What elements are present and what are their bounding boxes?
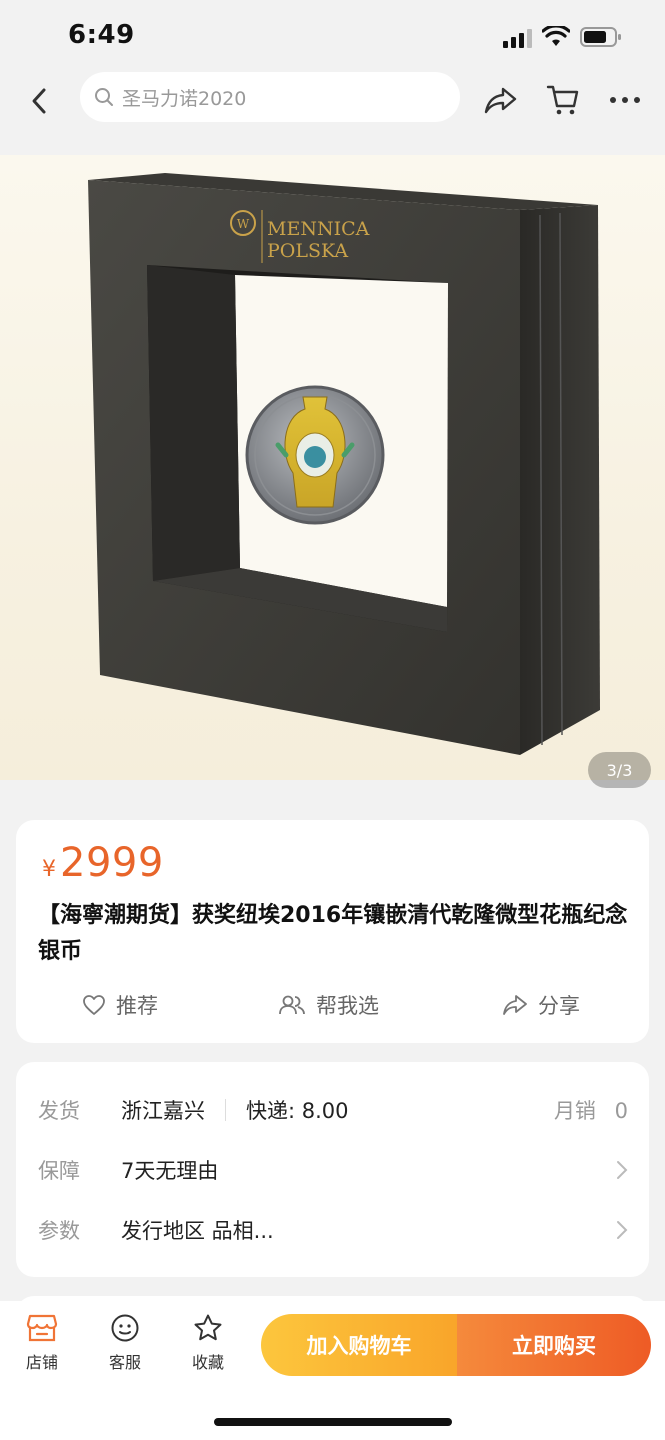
search-placeholder: 圣马力诺2020 xyxy=(122,87,247,110)
recommend-label: 推荐 xyxy=(116,994,158,1018)
heart-icon xyxy=(83,995,105,1015)
cart-icon xyxy=(546,85,579,115)
home-indicator[interactable] xyxy=(214,1418,452,1426)
express-fee: 快递: 8.00 xyxy=(246,1099,349,1123)
search-icon xyxy=(95,88,113,106)
tab-customer-service-label: 客服 xyxy=(108,1353,141,1372)
shipping-row: 发货 浙江嘉兴 快递: 8.00 月销 0 xyxy=(38,1090,628,1130)
tab-favorite-label: 收藏 xyxy=(191,1353,224,1372)
store-icon xyxy=(26,1314,58,1342)
buy-now-button[interactable]: 立即购买 xyxy=(457,1314,651,1376)
chevron-right-icon xyxy=(617,1221,628,1239)
back-button[interactable] xyxy=(22,84,56,118)
params-value: 发行地区 品相... xyxy=(121,1219,274,1243)
more-icon xyxy=(610,97,640,103)
share-icon xyxy=(503,995,527,1015)
params-row[interactable]: 参数 发行地区 品相... xyxy=(38,1210,628,1250)
price-card: ¥ 2999 【海寧潮期货】获奖纽埃2016年镶嵌清代乾隆微型花瓶纪念银币 推荐… xyxy=(16,820,649,1043)
status-bar: 6:49 xyxy=(0,0,665,72)
share-button[interactable] xyxy=(483,82,519,118)
star-icon xyxy=(194,1314,222,1341)
price-value: 2999 xyxy=(60,840,164,886)
product-title: 【海寧潮期货】获奖纽埃2016年镶嵌清代乾隆微型花瓶纪念银币 xyxy=(38,903,628,964)
users-icon xyxy=(279,995,305,1015)
shipping-origin: 浙江嘉兴 xyxy=(121,1099,205,1123)
status-time: 6:49 xyxy=(68,20,135,50)
wifi-icon xyxy=(542,26,570,46)
price: ¥ 2999 xyxy=(42,840,164,886)
help-me-choose-label: 帮我选 xyxy=(316,994,379,1018)
help-me-choose-button[interactable]: 帮我选 xyxy=(278,985,379,1025)
divider xyxy=(225,1099,226,1121)
recommend-button[interactable]: 推荐 xyxy=(82,985,158,1025)
monthly-sales-label: 月销 xyxy=(553,1099,596,1123)
brand-line1: MENNICA xyxy=(267,218,370,240)
guarantee-label: 保障 xyxy=(38,1159,80,1183)
tab-favorite[interactable]: 收藏 xyxy=(180,1313,236,1373)
guarantee-row[interactable]: 保障 7天无理由 xyxy=(38,1150,628,1190)
more-button[interactable] xyxy=(607,82,643,118)
delivery-info-card: 发货 浙江嘉兴 快递: 8.00 月销 0 保障 7天无理由 参数 发行地区 品… xyxy=(16,1062,649,1277)
back-icon xyxy=(32,88,46,114)
share-icon xyxy=(484,87,517,114)
product-image[interactable]: W MENNICA POLSKA xyxy=(0,155,665,780)
cart-button[interactable] xyxy=(545,82,581,118)
coin-box-illustration: W MENNICA POLSKA xyxy=(88,173,600,755)
tab-store[interactable]: 店铺 xyxy=(14,1313,70,1373)
brand-line2: POLSKA xyxy=(267,240,348,262)
price-currency: ¥ xyxy=(42,857,56,882)
customer-service-icon xyxy=(111,1314,139,1342)
add-to-cart-button[interactable]: 加入购物车 xyxy=(261,1314,457,1376)
chevron-right-icon xyxy=(617,1161,628,1179)
search-input[interactable]: 圣马力诺2020 xyxy=(80,72,460,122)
tab-customer-service[interactable]: 客服 xyxy=(97,1313,153,1373)
svg-text:W: W xyxy=(237,217,250,231)
cellular-signal-icon xyxy=(503,29,532,48)
product-actions: 推荐 帮我选 分享 xyxy=(16,985,649,1025)
monthly-sales-value: 0 xyxy=(614,1099,628,1123)
params-label: 参数 xyxy=(38,1219,80,1243)
guarantee-value: 7天无理由 xyxy=(121,1159,219,1183)
battery-icon xyxy=(580,27,621,47)
tab-store-label: 店铺 xyxy=(25,1353,58,1372)
monthly-sales: 月销 0 xyxy=(554,1095,628,1125)
share-product-button[interactable]: 分享 xyxy=(502,985,580,1025)
image-counter: 3/3 xyxy=(588,752,651,788)
shipping-label: 发货 xyxy=(38,1099,80,1123)
nav-bar: 圣马力诺2020 xyxy=(0,72,665,130)
share-label: 分享 xyxy=(538,994,580,1018)
